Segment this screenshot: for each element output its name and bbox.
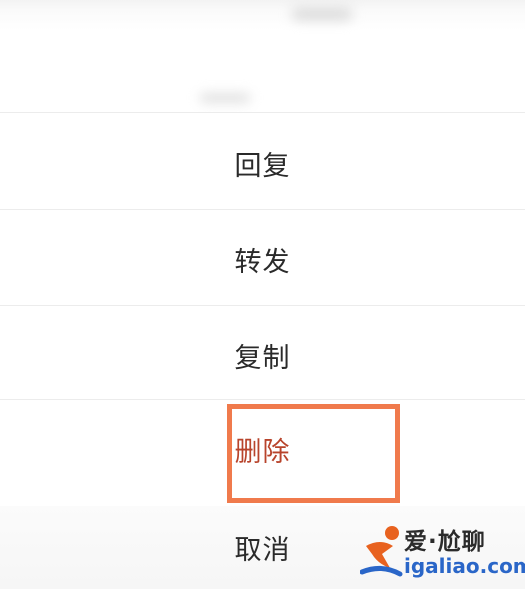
cancel-label: 取消: [234, 535, 291, 566]
cancel-area: 取消: [0, 506, 525, 589]
divider: [0, 209, 525, 210]
divider: [0, 112, 525, 113]
cancel-button[interactable]: 取消: [0, 506, 525, 589]
menu-item-label: 转发: [234, 246, 291, 278]
blurred-text: [292, 8, 352, 20]
menu-item-label: 回复: [234, 150, 291, 182]
divider: [0, 399, 525, 400]
divider: [0, 305, 525, 306]
menu-item-delete[interactable]: 删除: [0, 402, 525, 496]
menu-item-forward[interactable]: 转发: [0, 212, 525, 306]
screen: 回复 转发 复制 删除 取消 爱·尬聊 igaliao.com: [0, 0, 525, 589]
blurred-text: [200, 94, 250, 102]
menu-item-label: 复制: [234, 342, 291, 374]
menu-item-copy[interactable]: 复制: [0, 308, 525, 402]
blurred-background: [0, 0, 525, 112]
menu-item-label: 删除: [234, 436, 291, 468]
menu-item-reply[interactable]: 回复: [0, 116, 525, 210]
